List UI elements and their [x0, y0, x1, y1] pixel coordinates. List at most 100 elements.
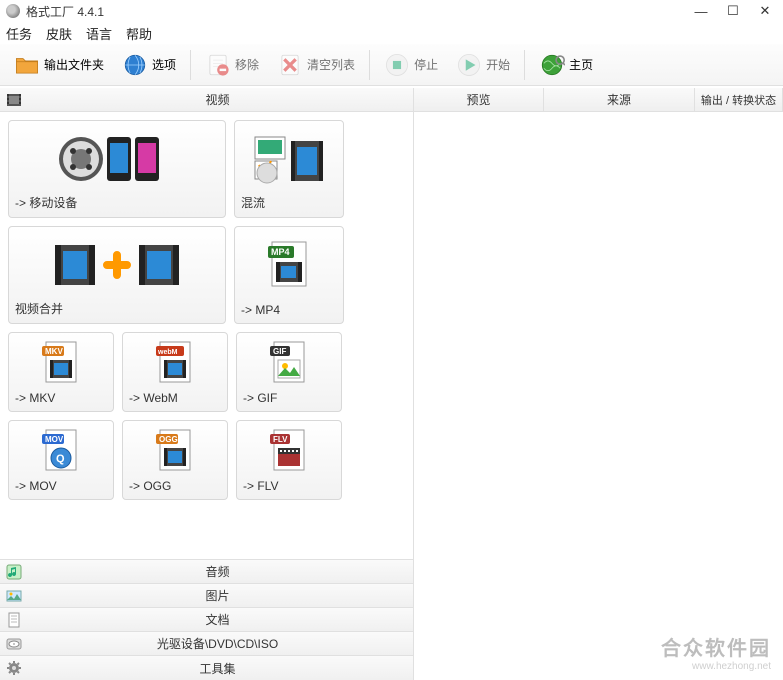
tile-gif[interactable]: GIF -> GIF — [236, 332, 342, 412]
menu-language[interactable]: 语言 — [86, 24, 112, 43]
tile-webm[interactable]: webM -> WebM — [122, 332, 228, 412]
title-bar: 格式工厂 4.4.1 — ☐ ✕ — [0, 0, 783, 22]
film-icon — [6, 92, 22, 108]
category-picture-header[interactable]: 图片 — [0, 584, 413, 608]
start-label: 开始 — [486, 56, 510, 73]
output-folder-button[interactable]: 输出文件夹 — [6, 48, 112, 82]
options-button[interactable]: 选项 — [114, 48, 184, 82]
video-tiles-scroll[interactable]: -> 移动设备 混流 — [0, 112, 413, 560]
remove-button[interactable]: 移除 — [197, 48, 267, 82]
svg-text:MOV: MOV — [45, 435, 64, 444]
tile-mkv[interactable]: MKV -> MKV — [8, 332, 114, 412]
tile-webm-label: -> WebM — [129, 387, 221, 405]
mov-icon: MOV Q — [15, 427, 107, 475]
gear-globe-icon — [122, 52, 148, 78]
start-button[interactable]: 开始 — [448, 48, 518, 82]
tile-gif-label: -> GIF — [243, 387, 335, 405]
mux-icon — [241, 127, 337, 190]
stop-icon — [384, 52, 410, 78]
merge-icon — [15, 233, 219, 296]
home-globe-icon — [539, 52, 565, 78]
left-pane: 视频 -> 移动设备 — [0, 88, 414, 680]
menu-skin[interactable]: 皮肤 — [46, 24, 72, 43]
svg-text:FLV: FLV — [273, 435, 288, 444]
tile-mux[interactable]: 混流 — [234, 120, 344, 218]
app-icon — [6, 4, 20, 18]
category-toolset-label: 工具集 — [28, 660, 407, 677]
home-label: 主页 — [569, 56, 593, 73]
mp4-icon: MP4 — [241, 233, 337, 299]
tile-mov[interactable]: MOV Q -> MOV — [8, 420, 114, 500]
tile-mp4[interactable]: MP4 -> MP4 — [234, 226, 344, 324]
ogg-icon: OGG — [129, 427, 221, 475]
minimize-button[interactable]: — — [689, 4, 713, 19]
category-document-label: 文档 — [28, 611, 407, 628]
tile-mp4-label: -> MP4 — [241, 299, 337, 317]
tile-ogg[interactable]: OGG -> OGG — [122, 420, 228, 500]
svg-text:OGG: OGG — [159, 435, 178, 444]
col-preview[interactable]: 预览 — [414, 88, 544, 111]
category-video-label: 视频 — [28, 91, 407, 108]
tile-mux-label: 混流 — [241, 190, 337, 211]
stop-label: 停止 — [414, 56, 438, 73]
start-icon — [456, 52, 482, 78]
toolbar-separator-3 — [524, 50, 525, 80]
tile-mobile-label: -> 移动设备 — [15, 190, 219, 211]
clear-list-label: 清空列表 — [307, 56, 355, 73]
category-optical-label: 光驱设备\DVD\CD\ISO — [28, 635, 407, 652]
tile-merge[interactable]: 视频合并 — [8, 226, 226, 324]
flv-icon: FLV — [243, 427, 335, 475]
main-area: 视频 -> 移动设备 — [0, 88, 783, 680]
home-button[interactable]: 主页 — [531, 48, 601, 82]
options-label: 选项 — [152, 56, 176, 73]
window-title: 格式工厂 4.4.1 — [26, 3, 689, 20]
document-icon — [6, 612, 22, 628]
toolbar-separator-2 — [369, 50, 370, 80]
picture-icon — [6, 588, 22, 604]
svg-text:MKV: MKV — [45, 347, 63, 356]
mkv-icon: MKV — [15, 339, 107, 387]
close-button[interactable]: ✕ — [753, 3, 777, 19]
folder-icon — [14, 52, 40, 78]
tile-flv[interactable]: FLV -> FLV — [236, 420, 342, 500]
music-note-icon — [6, 564, 22, 580]
maximize-button[interactable]: ☐ — [721, 3, 745, 19]
gif-icon: GIF — [243, 339, 335, 387]
svg-text:webM: webM — [157, 349, 178, 356]
category-video-header[interactable]: 视频 — [0, 88, 413, 112]
toolbar: 输出文件夹 选项 移除 清空列表 停止 开始 主页 — [0, 44, 783, 86]
remove-label: 移除 — [235, 56, 259, 73]
menu-task[interactable]: 任务 — [6, 24, 32, 43]
category-picture-label: 图片 — [28, 587, 407, 604]
svg-text:Q: Q — [56, 453, 65, 465]
menu-help[interactable]: 帮助 — [126, 24, 152, 43]
category-optical-header[interactable]: 光驱设备\DVD\CD\ISO — [0, 632, 413, 656]
category-document-header[interactable]: 文档 — [0, 608, 413, 632]
right-pane: 预览 来源 输出 / 转换状态 — [414, 88, 783, 680]
category-audio-label: 音频 — [28, 563, 407, 580]
clear-list-icon — [277, 52, 303, 78]
webm-icon: webM — [129, 339, 221, 387]
col-source[interactable]: 来源 — [544, 88, 695, 111]
menu-bar: 任务 皮肤 语言 帮助 — [0, 22, 783, 44]
tile-mov-label: -> MOV — [15, 475, 107, 493]
tile-mkv-label: -> MKV — [15, 387, 107, 405]
tile-mobile[interactable]: -> 移动设备 — [8, 120, 226, 218]
category-toolset-header[interactable]: 工具集 — [0, 656, 413, 680]
tile-flv-label: -> FLV — [243, 475, 335, 493]
mobile-device-icon — [15, 127, 219, 190]
disc-drive-icon — [6, 636, 22, 652]
svg-text:MP4: MP4 — [271, 247, 290, 257]
gear-sm-icon — [6, 660, 22, 676]
clear-list-button[interactable]: 清空列表 — [269, 48, 363, 82]
col-status[interactable]: 输出 / 转换状态 — [695, 88, 783, 111]
output-folder-label: 输出文件夹 — [44, 56, 104, 73]
remove-icon — [205, 52, 231, 78]
svg-text:GIF: GIF — [273, 347, 286, 356]
category-audio-header[interactable]: 音频 — [0, 560, 413, 584]
task-list-header: 预览 来源 输出 / 转换状态 — [414, 88, 783, 112]
task-list-empty — [414, 112, 783, 680]
stop-button[interactable]: 停止 — [376, 48, 446, 82]
tile-ogg-label: -> OGG — [129, 475, 221, 493]
toolbar-separator — [190, 50, 191, 80]
